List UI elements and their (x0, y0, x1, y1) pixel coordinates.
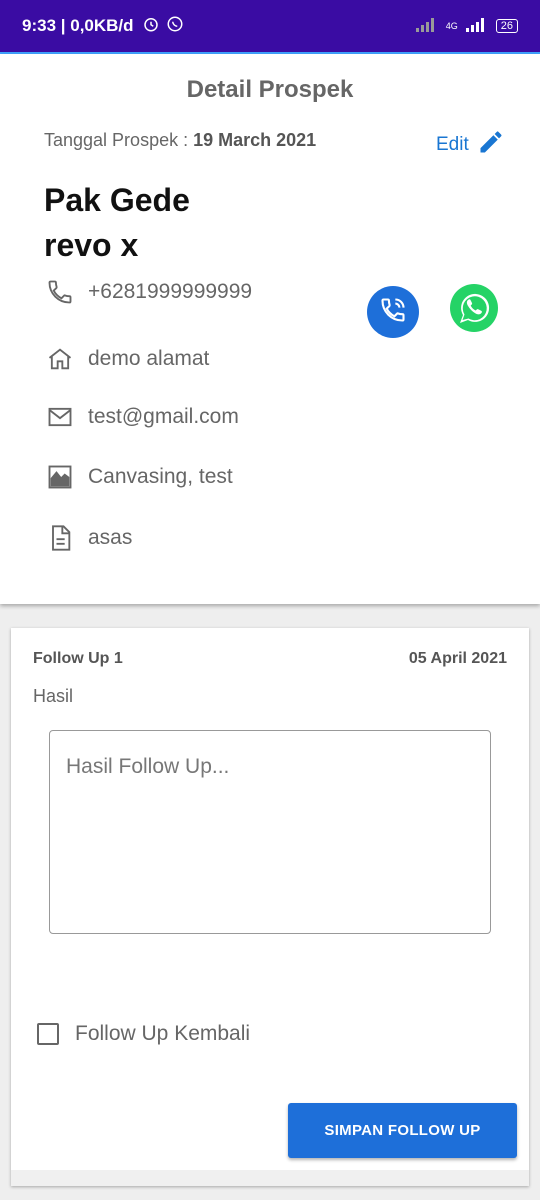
status-network-speed: 0,0KB/d (70, 16, 134, 35)
follow-up-result-input[interactable]: Hasil Follow Up... (49, 730, 491, 934)
phone-number: +6281999999999 (88, 280, 253, 303)
pencil-icon (477, 128, 505, 162)
prospect-name-line2: revo x (44, 227, 139, 263)
follow-up-again-checkbox[interactable] (37, 1023, 59, 1045)
home-icon (44, 343, 76, 375)
prospect-detail-card: Detail Prospek Tanggal Prospek : 19 Marc… (0, 54, 540, 604)
chart-area-icon (44, 461, 76, 493)
status-right: 4G 26 (415, 17, 518, 35)
save-follow-up-button[interactable]: SIMPAN FOLLOW UP (288, 1103, 517, 1158)
prospect-name: Pak Gede revo x (44, 178, 190, 268)
call-button[interactable] (367, 286, 419, 338)
prospect-name-line1: Pak Gede (44, 182, 190, 218)
alarm-icon (142, 15, 160, 38)
network-type-label: 4G (445, 21, 458, 31)
source-row: Canvasing, test (44, 461, 233, 493)
prospect-date-value: 19 March 2021 (193, 130, 317, 150)
note-text: asas (88, 526, 133, 549)
phone-icon (44, 276, 76, 308)
email-row: test@gmail.com (44, 401, 239, 433)
whatsapp-button[interactable] (448, 282, 500, 339)
phone-call-icon (379, 296, 407, 329)
note-row: asas (44, 522, 132, 554)
whatsapp-notification-icon (166, 15, 184, 38)
phone-row: +6281999999999 (44, 276, 252, 308)
follow-up-again-label: Follow Up Kembali (75, 1022, 251, 1045)
follow-up-date: 05 April 2021 (408, 650, 507, 667)
mail-icon (44, 401, 76, 433)
follow-up-card: Follow Up 1 05 April 2021 Hasil Hasil Fo… (11, 628, 529, 1186)
status-time: 9:33 (22, 16, 57, 35)
follow-up-title: Follow Up 1 (33, 650, 123, 667)
whatsapp-icon (448, 282, 500, 339)
address-text: demo alamat (88, 347, 210, 370)
battery-level: 26 (500, 20, 513, 32)
signal-4g-icon (465, 17, 488, 35)
page-title: Detail Prospek (186, 76, 354, 103)
card-bottom-strip (11, 1170, 529, 1186)
signal-icon (415, 17, 438, 35)
source-text: Canvasing, test (88, 465, 233, 488)
prospect-date: Tanggal Prospek : 19 March 2021 (44, 130, 316, 151)
battery-icon: 26 (495, 19, 518, 33)
address-row: demo alamat (44, 343, 209, 375)
result-label: Hasil (33, 686, 74, 706)
status-bar: 9:33 | 0,0KB/d 4G 26 (0, 0, 540, 52)
document-icon (44, 522, 76, 554)
prospect-date-label: Tanggal Prospek : (44, 130, 194, 150)
edit-button[interactable]: Edit (436, 128, 505, 162)
edit-label: Edit (436, 134, 469, 155)
email-text: test@gmail.com (88, 405, 239, 428)
follow-up-again-checkbox-row[interactable]: Follow Up Kembali (37, 1022, 250, 1046)
follow-up-result-placeholder: Hasil Follow Up... (66, 755, 230, 778)
